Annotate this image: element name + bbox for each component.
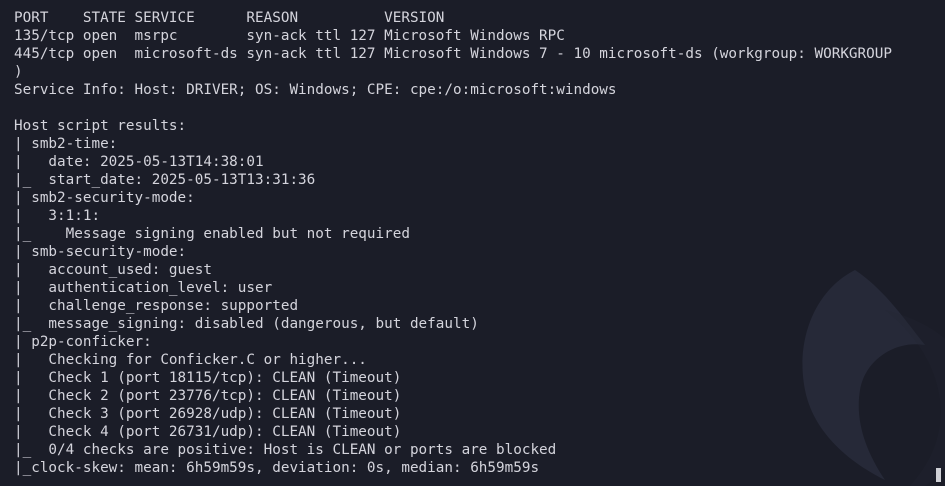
service-info-line: Service Info: Host: DRIVER; OS: Windows;…: [14, 82, 617, 98]
conficker-check-3-line: | Check 3 (port 26928/udp): CLEAN (Timeo…: [14, 406, 402, 422]
conficker-check-2-line: | Check 2 (port 23776/tcp): CLEAN (Timeo…: [14, 388, 402, 404]
smb2-security-mode-line: | smb2-security-mode:: [14, 190, 195, 206]
smb2-time-line: | smb2-time:: [14, 136, 118, 152]
account-used-line: | account_used: guest: [14, 262, 212, 278]
smb2-version-line: | 3:1:1:: [14, 208, 101, 224]
host-script-title: Host script results:: [14, 118, 187, 134]
conficker-summary-line: |_ 0/4 checks are positive: Host is CLEA…: [14, 442, 557, 458]
p2p-conficker-line: | p2p-conficker:: [14, 334, 152, 350]
terminal-cursor: [936, 468, 941, 482]
smb2-signing-line: |_ Message signing enabled but not requi…: [14, 226, 410, 242]
port-row-445: 445/tcp open microsoft-ds syn-ack ttl 12…: [14, 46, 892, 62]
conficker-checking-line: | Checking for Conficker.C or higher...: [14, 352, 367, 368]
conficker-check-1-line: | Check 1 (port 18115/tcp): CLEAN (Timeo…: [14, 370, 402, 386]
smb2-date-line: | date: 2025-05-13T14:38:01: [14, 154, 264, 170]
message-signing-line: |_ message_signing: disabled (dangerous,…: [14, 316, 479, 332]
smb-security-mode-line: | smb-security-mode:: [14, 244, 187, 260]
port-row-135: 135/tcp open msrpc syn-ack ttl 127 Micro…: [14, 28, 565, 44]
clock-skew-line: |_clock-skew: mean: 6h59m59s, deviation:…: [14, 460, 540, 476]
authentication-level-line: | authentication_level: user: [14, 280, 273, 296]
wrapped-line: ): [14, 64, 23, 80]
header-line: PORT STATE SERVICE REASON VERSION: [14, 10, 445, 26]
terminal-window[interactable]: PORT STATE SERVICE REASON VERSION 135/tcp…: [0, 0, 945, 486]
conficker-check-4-line: | Check 4 (port 26731/udp): CLEAN (Timeo…: [14, 424, 402, 440]
smb2-start-date-line: |_ start_date: 2025-05-13T13:31:36: [14, 172, 316, 188]
challenge-response-line: | challenge_response: supported: [14, 298, 299, 314]
terminal-output: PORT STATE SERVICE REASON VERSION 135/tcp…: [14, 9, 945, 477]
